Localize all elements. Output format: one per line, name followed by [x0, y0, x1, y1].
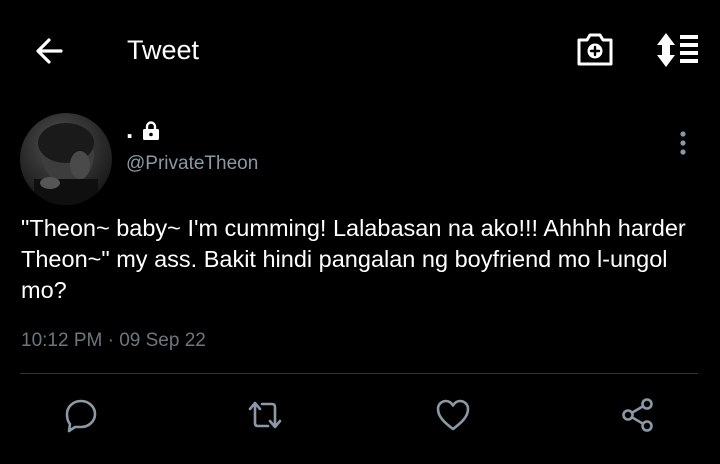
share-icon — [622, 398, 653, 432]
back-button[interactable] — [32, 34, 66, 68]
arrow-left-icon — [36, 38, 63, 64]
camera-plus-icon — [577, 33, 613, 66]
tweet-date: 09 Sep 22 — [119, 330, 206, 351]
display-name[interactable]: . — [126, 114, 133, 144]
lock-icon — [141, 121, 161, 141]
camera-button[interactable] — [575, 30, 615, 68]
like-button[interactable] — [434, 396, 472, 434]
avatar-photo — [34, 123, 98, 205]
tweet-text: "Theon~ baby~ I'm cumming! Lalabasan na … — [21, 215, 686, 303]
retweet-button[interactable] — [246, 396, 284, 434]
reply-button[interactable] — [62, 396, 100, 434]
heart-icon — [436, 399, 470, 431]
avatar[interactable] — [20, 113, 112, 205]
more-vertical-icon — [680, 131, 686, 155]
more-options-button[interactable] — [672, 129, 694, 157]
tweet-timestamp: 10:12 PM · 09 Sep 22 — [21, 328, 206, 354]
divider — [20, 373, 698, 374]
sort-arrows-icon — [657, 33, 698, 67]
share-button[interactable] — [619, 396, 657, 434]
user-handle[interactable]: @PrivateTheon — [126, 152, 258, 176]
page-title: Tweet — [127, 35, 200, 65]
top-app-bar: Tweet — [0, 0, 720, 100]
sort-button[interactable] — [654, 30, 702, 70]
tweet-time: 10:12 PM — [21, 330, 103, 351]
timestamp-separator: · — [107, 330, 114, 351]
reply-icon — [65, 399, 97, 433]
retweet-icon — [248, 401, 282, 429]
